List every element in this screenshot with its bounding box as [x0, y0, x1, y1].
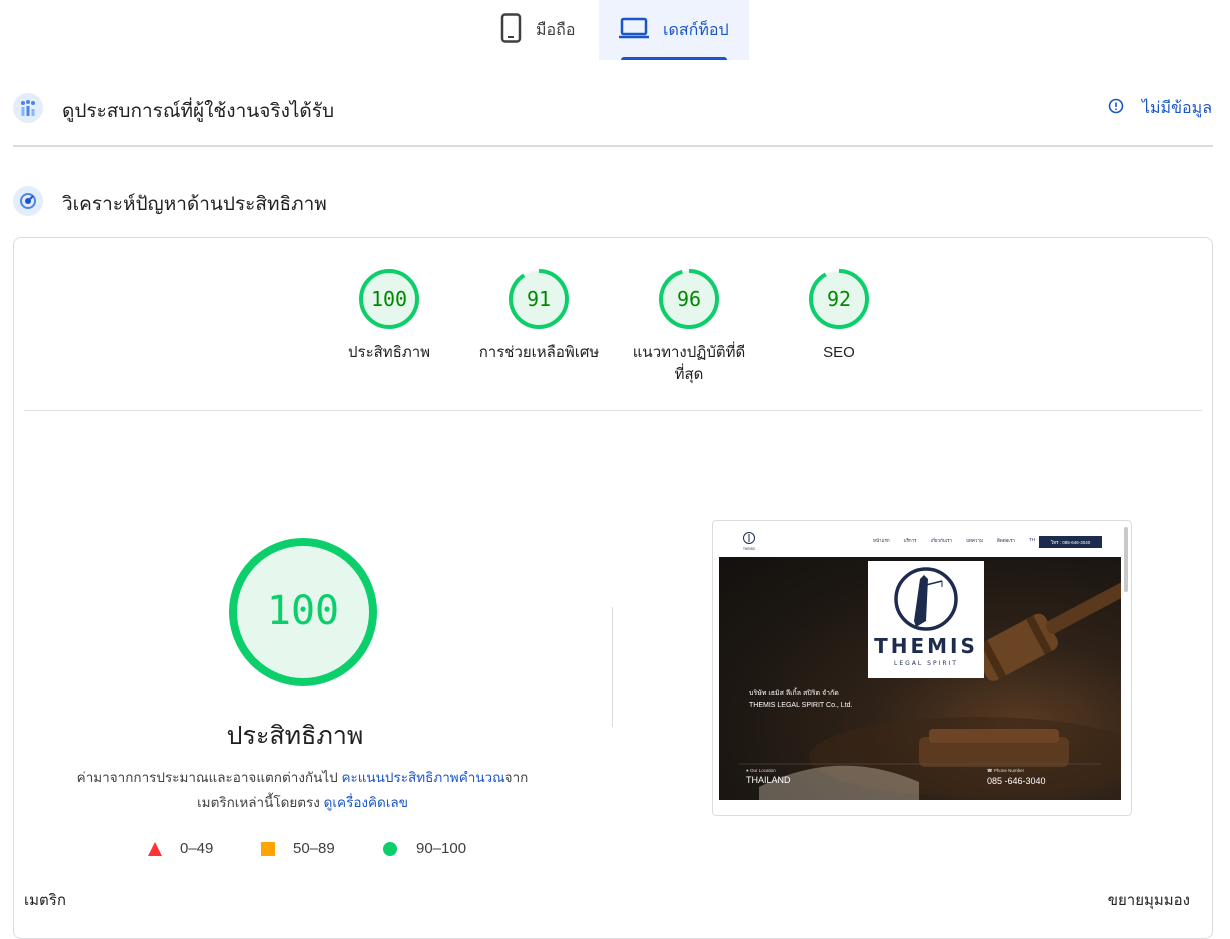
legend-average-label: 50–89 — [293, 840, 335, 857]
performance-gauge-large: 100 — [227, 536, 379, 693]
screenshot-menu-item: บริการ — [903, 538, 917, 543]
calculator-link[interactable]: ดูเครื่องคิดเลข — [324, 795, 408, 810]
gauge-performance[interactable]: 100 ประสิทธิภาพ — [309, 268, 469, 364]
tab-mobile-label: มือถือ — [536, 21, 576, 39]
gauge-label: ประสิทธิภาพ — [347, 344, 431, 361]
legend-pass: 90–100 — [382, 840, 466, 857]
gauge-label: SEO — [823, 344, 855, 361]
card-divider — [24, 410, 1202, 411]
gauge-score: 91 — [527, 287, 551, 311]
gauge-seo[interactable]: 92 SEO — [759, 268, 919, 364]
speedometer-icon — [13, 186, 43, 216]
screenshot-location: ● Our Location THAILAND — [746, 768, 791, 785]
tab-desktop[interactable]: เดสก์ท็อป — [599, 0, 749, 60]
section-divider — [13, 145, 1213, 147]
performance-description: ค่ามาจากการประมาณและอาจแตกต่างกันไป คะแน… — [60, 765, 545, 815]
gauge-ring: 100 — [359, 269, 419, 329]
themis-logo: THEMIS LEGAL SPIRIT — [868, 561, 984, 678]
crux-title: ดูประสบการณ์ที่ผู้ใช้งานจริงได้รับ — [62, 101, 335, 122]
themis-wordmark: THEMIS — [874, 634, 978, 658]
metrics-heading: เมตริก — [24, 892, 66, 909]
circle-icon — [383, 841, 397, 856]
laptop-icon — [619, 17, 649, 44]
gauge-score: 92 — [827, 287, 851, 311]
performance-title: ประสิทธิภาพ — [226, 722, 364, 750]
screenshot-company: บริษัท เธมิส ลีเกิ้ล สปิริต จำกัด THEMIS… — [749, 688, 852, 712]
performance-score: 100 — [267, 588, 339, 634]
gauge-label: การช่วยเหลือพิเศษ — [478, 344, 600, 361]
square-icon — [261, 841, 275, 856]
themis-logo-small: THEMIS — [742, 532, 755, 551]
company-name-th: บริษัท เธมิส ลีเกิ้ล สปิริต จำกัด — [749, 690, 839, 697]
legend-average: 50–89 — [261, 840, 335, 857]
legend-fail: 0–49 — [148, 840, 213, 857]
screenshot-menu-item: TH — [1028, 537, 1035, 542]
screenshot-menu: หน้าแรก บริการ เกี่ยวกับเรา บทความ ติดต่… — [873, 537, 1035, 544]
tab-desktop-label: เดสก์ท็อป — [663, 21, 729, 39]
phone-icon — [500, 12, 522, 48]
company-name-en: THEMIS LEGAL SPIRIT Co., Ltd. — [749, 702, 853, 709]
phone-label: Phone Number — [993, 768, 1025, 773]
vertical-separator — [612, 607, 613, 727]
expand-view-button[interactable]: ขยายมุมมอง — [1108, 888, 1190, 912]
gauge-ring: 91 — [509, 269, 569, 329]
gauge-ring: 96 — [659, 269, 719, 329]
gauge-accessibility[interactable]: 91 การช่วยเหลือพิเศษ — [459, 268, 619, 364]
screenshot-call-button: โทร : 085-646-3040 — [1039, 536, 1102, 548]
screenshot-menu-item: บทความ — [966, 538, 983, 543]
page-screenshot: THEMIS หน้าแรก บริการ เกี่ยวกับเรา บทควา… — [712, 520, 1132, 816]
active-tab-indicator — [621, 57, 727, 60]
no-data-label: ไม่มีข้อมูล — [1141, 100, 1212, 117]
screenshot-nav: THEMIS หน้าแรก บริการ เกี่ยวกับเรา บทควา… — [719, 527, 1121, 557]
info-icon — [1108, 98, 1124, 119]
triangle-icon — [148, 841, 162, 856]
gauge-score: 96 — [677, 287, 701, 311]
screenshot-scrollbar — [1124, 527, 1128, 592]
screenshot-phone: ☎ Phone Number 085 -646-3040 — [987, 768, 1046, 786]
gauge-best-practices[interactable]: 96 แนวทางปฏิบัติที่ดีที่สุด — [609, 268, 769, 386]
gauge-label: แนวทางปฏิบัติที่ดีที่สุด — [632, 344, 746, 383]
no-data-link[interactable]: ไม่มีข้อมูล — [1108, 96, 1212, 121]
screenshot-menu-item: เกี่ยวกับเรา — [930, 538, 953, 543]
screenshot-menu-item: ติดต่อเรา — [996, 538, 1015, 543]
gauge-ring: 92 — [809, 269, 869, 329]
legend-pass-label: 90–100 — [416, 840, 467, 857]
people-chart-icon — [13, 93, 43, 123]
legend-fail-label: 0–49 — [180, 840, 214, 857]
themis-small-text: THEMIS — [742, 547, 755, 551]
legal-spirit-wordmark: LEGAL SPIRIT — [894, 660, 958, 667]
phone-value: 085 -646-3040 — [987, 776, 1046, 786]
tab-mobile[interactable]: มือถือ — [488, 0, 598, 60]
score-calc-link[interactable]: คะแนนประสิทธิภาพคำนวณ — [341, 770, 504, 785]
desc-text-1: ค่ามาจากการประมาณและอาจแตกต่างกันไป — [76, 770, 342, 785]
gauge-score: 100 — [371, 287, 407, 311]
location-label: Our Location — [749, 768, 776, 773]
screenshot-menu-item: หน้าแรก — [873, 538, 890, 543]
screenshot-hero: THEMIS LEGAL SPIRIT บริษัท เธมิส ลีเกิ้ล… — [719, 557, 1121, 800]
location-value: THAILAND — [746, 775, 791, 785]
diagnose-title: วิเคราะห์ปัญหาด้านประสิทธิภาพ — [62, 194, 327, 215]
